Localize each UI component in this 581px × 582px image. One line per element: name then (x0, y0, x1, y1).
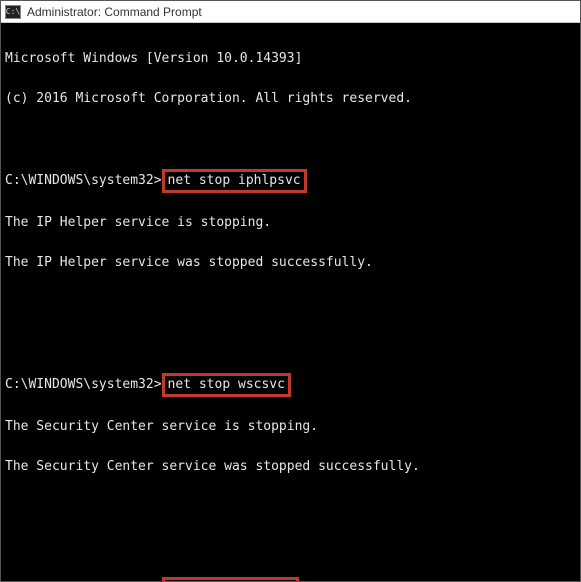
prompt: C:\WINDOWS\system32> (5, 173, 162, 188)
cmd-window: C:\ Administrator: Command Prompt Micros… (0, 0, 581, 582)
header-line: Microsoft Windows [Version 10.0.14393] (5, 49, 576, 69)
output-line: The IP Helper service is stopping. (5, 213, 576, 233)
output-line: The Security Center service is stopping. (5, 417, 576, 437)
cmd-icon: C:\ (5, 5, 21, 19)
command-highlight: net stop wscsvc (162, 373, 291, 397)
prompt: C:\WINDOWS\system32> (5, 377, 162, 392)
command-highlight: net stop iphlpsvc (162, 169, 307, 193)
titlebar[interactable]: C:\ Administrator: Command Prompt (1, 1, 580, 23)
output-line: The Security Center service was stopped … (5, 457, 576, 477)
copyright-line: (c) 2016 Microsoft Corporation. All righ… (5, 89, 576, 109)
window-title: Administrator: Command Prompt (27, 5, 202, 19)
output-line: The IP Helper service was stopped succes… (5, 253, 576, 273)
terminal-area[interactable]: Microsoft Windows [Version 10.0.14393] (… (1, 23, 580, 581)
command-highlight: net stop Winmgmt (162, 577, 299, 581)
